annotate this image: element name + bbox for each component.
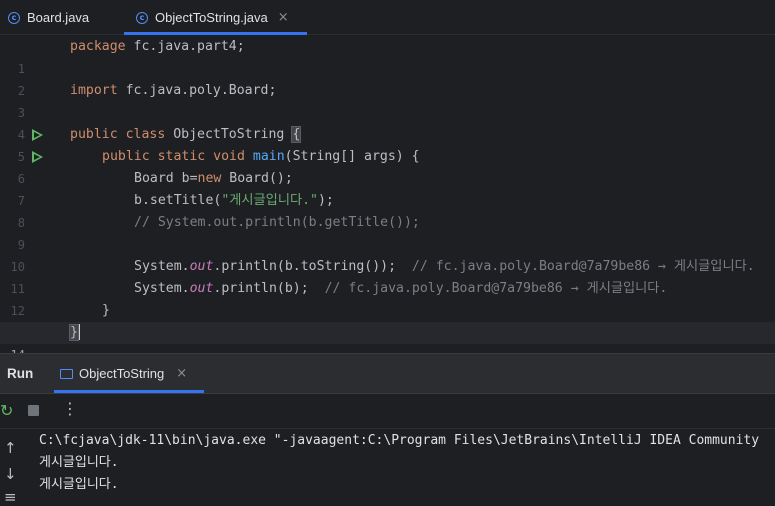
console-side-toolbar: ↑ ↓ ≡ [0, 430, 25, 506]
tab-label: ObjectToString.java [155, 10, 268, 25]
scroll-down-icon[interactable]: ↓ [4, 465, 17, 483]
java-class-icon: c [8, 11, 20, 24]
java-class-icon: c [136, 11, 148, 24]
text-caret [77, 324, 80, 340]
code-line: 8 b.setTitle("게시글입니다."); [0, 190, 775, 230]
console-output[interactable]: C:\fcjava\jdk-11\bin\java.exe "-javaagen… [39, 430, 775, 496]
tab-objecttostring-java[interactable]: c ObjectToString.java × [124, 0, 307, 35]
close-icon[interactable]: × [176, 366, 187, 381]
code-line-current: 14 } [0, 322, 775, 362]
tab-board-java[interactable]: c Board.java [8, 0, 89, 35]
run-main-icon[interactable] [32, 151, 43, 163]
code-line: 3 import fc.java.poly.Board; [0, 80, 775, 120]
code-line: 5 public class ObjectToString { [0, 124, 775, 164]
code-line: 12 System.out.println(b); // fc.java.pol… [0, 278, 775, 318]
run-class-icon[interactable] [32, 129, 43, 141]
code-line: 6 public static void main(String[] args)… [0, 146, 775, 186]
run-tab-label: ObjectToString [79, 366, 165, 381]
editor-tab-bar: c Board.java c ObjectToString.java × [0, 0, 775, 35]
tab-label: Board.java [27, 10, 90, 25]
stop-icon[interactable] [28, 405, 39, 416]
run-tool-window-header: Run ObjectToString × [0, 354, 775, 394]
console-line: 게시글입니다. [39, 455, 119, 470]
console-line: C:\fcjava\jdk-11\bin\java.exe "-javaagen… [39, 433, 760, 448]
close-icon[interactable]: × [278, 10, 289, 25]
run-toolbar: ↻ ⋮ [0, 394, 775, 429]
rerun-icon[interactable]: ↻ [0, 401, 13, 420]
scroll-up-icon[interactable]: ↑ [4, 439, 17, 457]
code-line: 2 [0, 58, 775, 98]
run-config-tab[interactable]: ObjectToString × [54, 354, 204, 393]
more-options-icon[interactable]: ⋮ [62, 399, 78, 418]
console-line: 게시글입니다. [39, 477, 119, 492]
code-line: 4 [0, 102, 775, 142]
code-line: 9 // System.out.println(b.getTitle()); [0, 212, 775, 252]
code-line: 13 } [0, 300, 775, 340]
soft-wrap-icon[interactable]: ≡ [4, 488, 17, 506]
code-line: 11 System.out.println(b.toString()); // … [0, 256, 775, 296]
console-window-icon [60, 368, 73, 379]
code-editor[interactable]: 1 package fc.java.part4; 2 3 import fc.j… [0, 36, 775, 362]
code-line: 7 Board b=new Board(); [0, 168, 775, 208]
code-line: 10 [0, 234, 775, 274]
code-line: 1 package fc.java.part4; [0, 36, 775, 76]
run-panel-title: Run [7, 366, 34, 381]
